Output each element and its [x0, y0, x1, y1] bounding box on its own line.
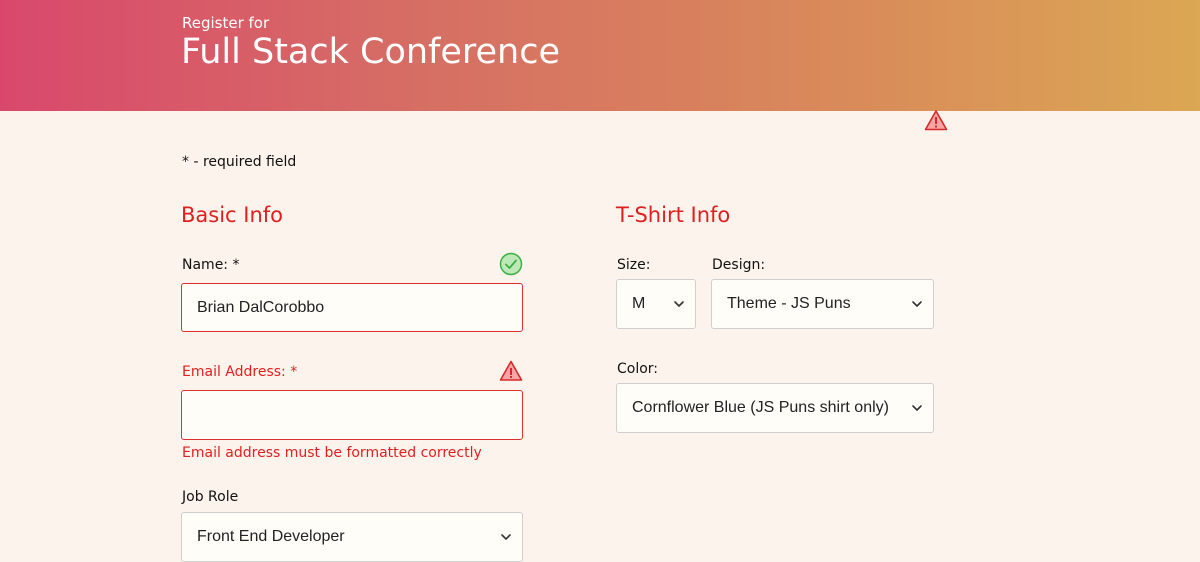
- color-select[interactable]: Cornflower Blue (JS Puns shirt only): [616, 383, 934, 433]
- design-select[interactable]: Theme - JS Puns: [711, 279, 934, 329]
- chevron-down-icon: [501, 534, 511, 540]
- email-label: Email Address: *: [182, 364, 298, 380]
- email-field[interactable]: [181, 390, 523, 440]
- warning-icon: [924, 109, 948, 131]
- page-header: Register for Full Stack Conference: [0, 0, 1200, 111]
- page-title: Full Stack Conference: [181, 32, 561, 72]
- size-select[interactable]: M: [616, 279, 696, 329]
- required-field-note: * - required field: [182, 154, 297, 170]
- chevron-down-icon: [912, 301, 922, 307]
- size-label: Size:: [617, 257, 651, 273]
- check-circle-icon: [499, 252, 523, 280]
- tshirt-info-heading: T-Shirt Info: [616, 203, 731, 227]
- name-field-value: Brian DalCorobbo: [197, 298, 325, 316]
- job-role-select[interactable]: Front End Developer: [181, 512, 523, 562]
- header-pre-title: Register for: [182, 14, 270, 32]
- warning-icon: [499, 359, 523, 383]
- name-field[interactable]: Brian DalCorobbo: [181, 283, 523, 332]
- job-role-selected: Front End Developer: [197, 528, 345, 545]
- chevron-down-icon: [674, 301, 684, 307]
- design-label: Design:: [712, 257, 766, 273]
- email-error-message: Email address must be formatted correctl…: [182, 445, 482, 461]
- chevron-down-icon: [912, 405, 922, 411]
- color-selected: Cornflower Blue (JS Puns shirt only): [632, 399, 889, 416]
- name-label: Name: *: [182, 257, 240, 273]
- basic-info-heading: Basic Info: [181, 203, 284, 227]
- design-selected: Theme - JS Puns: [727, 295, 851, 312]
- color-label: Color:: [617, 361, 659, 377]
- size-selected: M: [632, 295, 646, 312]
- job-role-label: Job Role: [182, 489, 239, 505]
